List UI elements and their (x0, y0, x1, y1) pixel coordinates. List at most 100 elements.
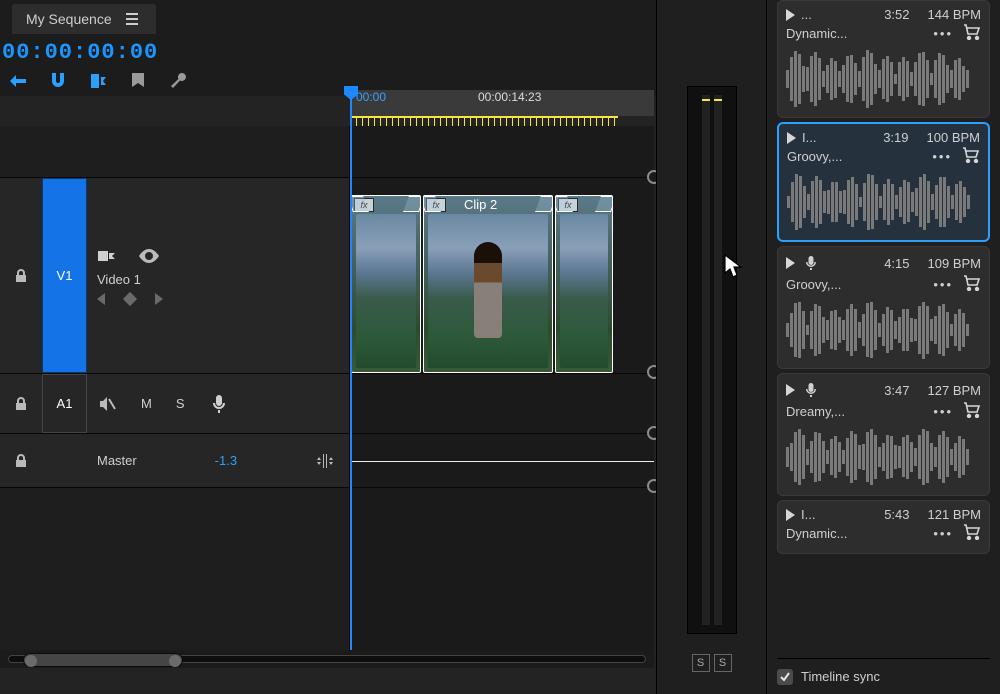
mic-icon (801, 253, 821, 273)
play-icon[interactable] (786, 9, 795, 21)
settings-wrench-icon[interactable] (168, 71, 188, 91)
track-content[interactable]: fx fx Clip 2 fx (350, 126, 654, 650)
music-duration: 3:52 (884, 7, 909, 22)
time-ruler[interactable]: 00:00 00:00:14:23 (350, 90, 654, 116)
cart-icon[interactable] (963, 275, 981, 294)
video-clip[interactable]: fx (351, 195, 421, 373)
more-options-icon[interactable]: ••• (933, 526, 953, 541)
source-patching-icon[interactable] (97, 246, 117, 266)
video-clip[interactable]: fx Clip 2 (423, 195, 553, 373)
marker-icon[interactable] (128, 71, 148, 91)
track-lock-icon[interactable] (0, 178, 42, 373)
playhead[interactable] (350, 90, 352, 650)
cart-icon[interactable] (963, 524, 981, 543)
music-name: Groovy,... (787, 149, 842, 164)
music-bpm: 121 BPM (928, 507, 981, 522)
music-duration: 5:43 (884, 507, 909, 522)
video-clip[interactable]: fx (555, 195, 613, 373)
music-item[interactable]: I... 5:43 121 BPM Dynamic... ••• (777, 500, 990, 554)
linked-selection-icon[interactable] (88, 71, 108, 91)
ruler-tick: 00:00 (356, 90, 386, 104)
music-prefix: I... (801, 507, 815, 522)
waveform (786, 51, 981, 107)
music-list: ... 3:52 144 BPM Dynamic... ••• I... 3:1… (777, 0, 990, 658)
music-item[interactable]: ... 3:52 144 BPM Dynamic... ••• (777, 0, 990, 118)
sequence-tab[interactable]: My Sequence (12, 4, 156, 34)
play-icon[interactable] (786, 509, 795, 521)
music-item[interactable]: I... 3:19 100 BPM Groovy,... ••• (777, 122, 990, 242)
track-visibility-icon[interactable] (139, 246, 159, 266)
music-bpm: 144 BPM (928, 7, 981, 22)
music-name: Dynamic... (786, 526, 847, 541)
master-level-value[interactable]: -1.3 (215, 453, 237, 468)
master-track-lane[interactable] (350, 434, 654, 488)
sequence-tab-label: My Sequence (26, 11, 112, 27)
music-item[interactable]: 4:15 109 BPM Groovy,... ••• (777, 246, 990, 369)
add-keyframe-icon[interactable] (123, 292, 137, 306)
solo-button[interactable]: S (176, 396, 185, 411)
track-lock-icon[interactable] (0, 374, 42, 433)
music-duration: 3:47 (884, 383, 909, 398)
expand-collapse-icon[interactable] (315, 451, 335, 471)
music-prefix: ... (801, 7, 812, 22)
more-options-icon[interactable]: ••• (932, 149, 952, 164)
play-icon[interactable] (786, 384, 795, 396)
music-name: Dynamic... (786, 26, 847, 41)
audio-track-header: A1 M S (0, 374, 349, 434)
track-area: V1 Video 1 A1 (0, 126, 654, 650)
timeline-sync-row: Timeline sync (777, 658, 990, 694)
more-options-icon[interactable]: ••• (933, 277, 953, 292)
music-browser-panel: ... 3:52 144 BPM Dynamic... ••• I... 3:1… (766, 0, 1000, 694)
music-duration: 4:15 (884, 256, 909, 271)
meter-solo-left[interactable]: S (692, 654, 710, 672)
track-lock-icon[interactable] (0, 434, 42, 487)
music-prefix: I... (802, 130, 816, 145)
waveform (786, 429, 981, 485)
music-bpm: 100 BPM (927, 130, 980, 145)
music-name: Groovy,... (786, 277, 841, 292)
scrollbar-thumb[interactable] (23, 653, 183, 667)
prev-keyframe-icon[interactable] (97, 293, 105, 305)
master-track-header: Master -1.3 (0, 434, 349, 488)
audio-track-lane[interactable] (350, 374, 654, 434)
more-options-icon[interactable]: ••• (933, 26, 953, 41)
master-track-label: Master (97, 453, 137, 468)
timeline-sync-checkbox[interactable] (777, 669, 793, 685)
play-icon[interactable] (786, 257, 795, 269)
voiceover-mic-icon[interactable] (209, 394, 229, 414)
video-track-lane[interactable]: fx fx Clip 2 fx (350, 178, 654, 374)
video-track-toggle[interactable]: V1 (42, 178, 87, 373)
audio-meter: S S (656, 0, 766, 694)
waveform (786, 302, 981, 358)
video-track-label: Video 1 (97, 272, 349, 287)
meter-bars (687, 86, 737, 634)
video-track-header: V1 Video 1 (0, 178, 349, 374)
insert-overwrite-icon[interactable] (8, 71, 28, 91)
mute-button[interactable]: M (141, 396, 152, 411)
timeline-sync-label: Timeline sync (801, 669, 880, 684)
more-options-icon[interactable]: ••• (933, 404, 953, 419)
cart-icon[interactable] (963, 402, 981, 421)
music-item[interactable]: 3:47 127 BPM Dreamy,... ••• (777, 373, 990, 496)
keyframe-nav (97, 293, 349, 305)
music-name: Dreamy,... (786, 404, 845, 419)
cart-icon[interactable] (962, 147, 980, 166)
mic-icon (801, 380, 821, 400)
mute-off-icon[interactable] (97, 394, 117, 414)
snap-magnet-icon[interactable] (48, 71, 68, 91)
sequence-tab-bar: My Sequence (0, 0, 766, 34)
cursor-arrow-icon (724, 254, 746, 280)
audio-track-toggle[interactable]: A1 (42, 374, 87, 433)
playhead-timecode[interactable]: 00:00:00:00 (2, 40, 350, 65)
music-bpm: 109 BPM (928, 256, 981, 271)
horizontal-scrollbar[interactable] (0, 650, 654, 668)
cart-icon[interactable] (963, 24, 981, 43)
track-headers: V1 Video 1 A1 (0, 126, 350, 650)
panel-menu-icon[interactable] (122, 9, 142, 29)
timeline-panel: My Sequence 00:00:00:00 00:00 00:00:14:2… (0, 0, 766, 694)
work-area-bar[interactable] (350, 116, 618, 124)
next-keyframe-icon[interactable] (155, 293, 163, 305)
play-icon[interactable] (787, 132, 796, 144)
meter-solo-right[interactable]: S (714, 654, 732, 672)
timecode-bar: 00:00:00:00 (0, 34, 766, 96)
